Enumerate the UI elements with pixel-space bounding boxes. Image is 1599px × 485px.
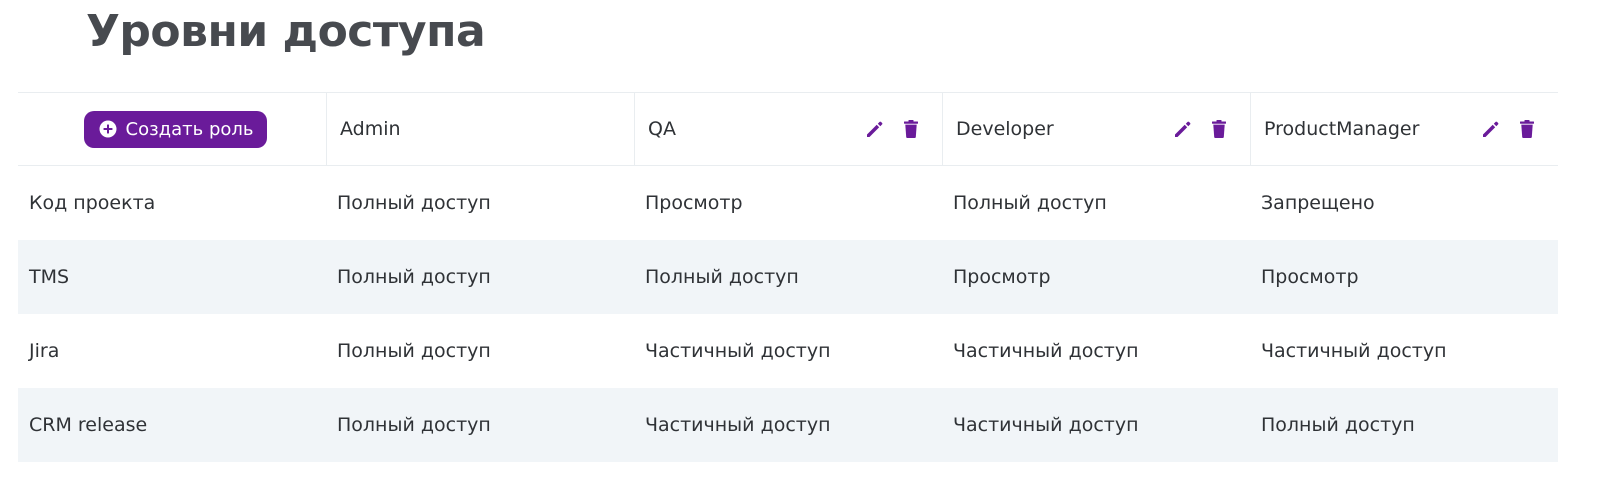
pencil-icon[interactable] [864, 118, 886, 140]
access-level-cell: Полный доступ [337, 192, 491, 214]
pencil-icon[interactable] [1172, 118, 1194, 140]
access-level-cell: Частичный доступ [953, 414, 1139, 436]
access-level-cell: Просмотр [953, 266, 1051, 288]
role-name: ProductManager [1264, 118, 1420, 140]
access-level-cell: Полный доступ [645, 266, 799, 288]
access-level-cell: Частичный доступ [1261, 340, 1447, 362]
table-row: TMS Полный доступ Полный доступ Просмотр… [18, 240, 1558, 314]
access-level-cell: Частичный доступ [645, 414, 831, 436]
trash-icon[interactable] [1208, 118, 1230, 140]
table-header-row: Создать роль Admin QA Developer ProductM… [18, 92, 1558, 166]
role-actions [1172, 118, 1230, 140]
role-actions [1480, 118, 1538, 140]
role-name: Admin [340, 118, 401, 140]
pencil-icon[interactable] [1480, 118, 1502, 140]
resource-name: CRM release [29, 414, 148, 436]
resource-name: Код проекта [29, 192, 156, 214]
access-level-cell: Полный доступ [1261, 414, 1415, 436]
access-level-cell: Просмотр [1261, 266, 1359, 288]
page-title: Уровни доступа [86, 6, 486, 57]
create-role-button[interactable]: Создать роль [83, 110, 267, 148]
access-level-cell: Частичный доступ [953, 340, 1139, 362]
access-level-cell: Просмотр [645, 192, 743, 214]
access-level-cell: Частичный доступ [645, 340, 831, 362]
trash-icon[interactable] [900, 118, 922, 140]
role-name: Developer [956, 118, 1054, 140]
role-header-developer: Developer [942, 93, 1250, 165]
access-level-cell: Полный доступ [337, 340, 491, 362]
access-level-cell: Запрещено [1261, 192, 1375, 214]
plus-circle-icon [99, 120, 117, 138]
roles-table: Создать роль Admin QA Developer ProductM… [18, 92, 1558, 462]
header-cell-actions: Создать роль [18, 93, 326, 165]
resource-name: TMS [29, 266, 70, 288]
trash-icon[interactable] [1516, 118, 1538, 140]
role-header-admin: Admin [326, 93, 634, 165]
table-row: Код проекта Полный доступ Просмотр Полны… [18, 166, 1558, 240]
role-actions [864, 118, 922, 140]
table-row: CRM release Полный доступ Частичный дост… [18, 388, 1558, 462]
access-level-cell: Полный доступ [337, 414, 491, 436]
role-name: QA [648, 118, 676, 140]
role-header-productmanager: ProductManager [1250, 93, 1558, 165]
table-row: Jira Полный доступ Частичный доступ Част… [18, 314, 1558, 388]
access-level-cell: Полный доступ [337, 266, 491, 288]
role-header-qa: QA [634, 93, 942, 165]
resource-name: Jira [29, 340, 60, 362]
create-role-label: Создать роль [125, 118, 254, 140]
access-level-cell: Полный доступ [953, 192, 1107, 214]
